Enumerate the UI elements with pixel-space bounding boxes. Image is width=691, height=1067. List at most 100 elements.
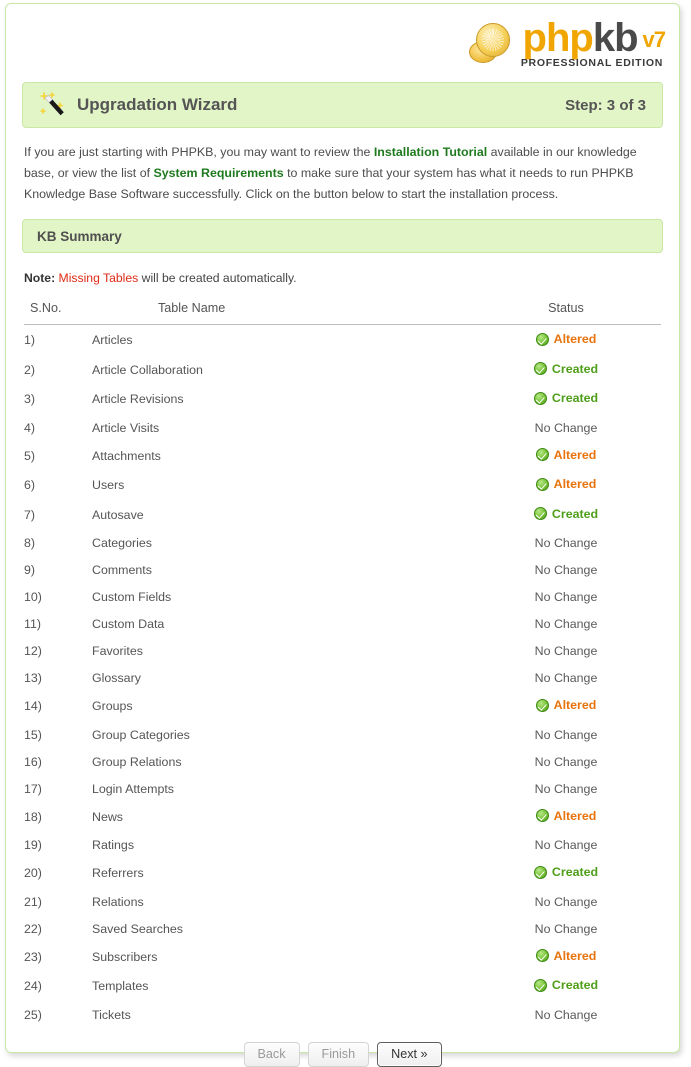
- row-table-name: Glossary: [92, 671, 141, 685]
- column-header-status: Status: [471, 301, 661, 325]
- kb-summary-label: KB Summary: [37, 228, 122, 244]
- row-status-cell: Altered: [471, 470, 661, 500]
- check-circle-icon: [533, 978, 547, 992]
- logo-wordmark: phpkb v7 PROFESSIONAL EDITION: [520, 16, 667, 69]
- check-circle-icon: [535, 698, 549, 712]
- row-serial-number: 2): [24, 362, 36, 377]
- check-circle-icon: [533, 391, 547, 405]
- note-label: Note:: [24, 271, 56, 285]
- row-table-name: Ratings: [92, 838, 135, 852]
- check-circle-icon: [533, 507, 547, 520]
- table-body: 1) Articles Altered 2) Article Collaboration…: [24, 325, 661, 1028]
- row-serial-number: 1): [24, 333, 36, 348]
- phpkb-logo: phpkb v7 PROFESSIONAL EDITION: [467, 16, 667, 76]
- note-rest: will be created automatically.: [138, 271, 297, 285]
- row-table-name: Article Collaboration: [92, 362, 203, 377]
- row-table-name: Saved Searches: [92, 921, 183, 936]
- wordmark-kb: kb: [592, 16, 639, 60]
- row-status-cell: Altered: [471, 942, 661, 972]
- status-label: No Change: [534, 617, 598, 631]
- table-row: 12) Favorites No Change: [24, 637, 661, 664]
- status-badge: Altered: [535, 332, 596, 346]
- table-row: 1) Articles Altered: [24, 325, 661, 355]
- coin-stack-icon: [467, 21, 517, 69]
- status-badge: No Change: [535, 838, 598, 852]
- page-title: Upgradation Wizard: [77, 95, 238, 114]
- status-badge: Altered: [535, 448, 596, 462]
- row-table-name: Article Revisions: [92, 392, 184, 407]
- table-row: 7) Autosave Created: [24, 500, 661, 530]
- table-header-row: S.No. Table Name Status: [24, 301, 661, 325]
- status-badge: Created: [533, 507, 598, 521]
- table-row: 10) Custom Fields No Change: [24, 583, 661, 610]
- row-table-name: Group Categories: [92, 727, 190, 742]
- row-serial-number: 6): [24, 478, 36, 493]
- installation-tutorial-link[interactable]: Installation Tutorial: [374, 145, 487, 159]
- table-row: 23) Subscribers Altered: [24, 942, 661, 972]
- row-status-cell: Created: [471, 858, 661, 888]
- row-status-cell: Altered: [471, 691, 661, 721]
- row-table-name: Autosave: [92, 507, 144, 522]
- row-serial-number: 20): [24, 866, 42, 881]
- check-circle-icon: [535, 949, 549, 962]
- finish-button[interactable]: Finish: [307, 1041, 370, 1067]
- row-status-cell: No Change: [471, 775, 661, 802]
- status-label: Created: [551, 865, 599, 879]
- status-label: No Change: [534, 754, 598, 769]
- row-table-name: Comments: [92, 563, 152, 577]
- installer-page-frame: phpkb v7 PROFESSIONAL EDITION Upgradatio…: [5, 3, 680, 1067]
- edition-label: PROFESSIONAL EDITION: [520, 57, 663, 69]
- table-row: 14) Groups Altered: [24, 691, 661, 721]
- table-row: 13) Glossary No Change: [24, 664, 661, 691]
- row-table-name: Relations: [92, 894, 144, 909]
- row-serial-number: 25): [24, 1007, 42, 1022]
- table-row: 15) Group Categories No Change: [24, 721, 661, 748]
- status-badge: No Change: [535, 1008, 598, 1022]
- row-status-cell: Created: [471, 355, 661, 385]
- status-label: No Change: [534, 838, 598, 852]
- brand-header: phpkb v7 PROFESSIONAL EDITION: [10, 8, 675, 82]
- table-row: 22) Saved Searches No Change: [24, 915, 661, 942]
- note-highlight: Missing Tables: [55, 271, 139, 285]
- status-label: Altered: [553, 698, 597, 712]
- table-row: 4) Article Visits No Change: [24, 414, 661, 441]
- table-row: 25) Tickets No Change: [24, 1001, 661, 1028]
- intro-text-part1: If you are just starting with PHPKB, you…: [24, 145, 374, 159]
- system-requirements-link[interactable]: System Requirements: [153, 166, 283, 180]
- column-header-sno: S.No.: [24, 301, 92, 325]
- row-status-cell: No Change: [471, 1001, 661, 1028]
- next-button[interactable]: Next »: [377, 1041, 442, 1067]
- row-table-name: Attachments: [92, 448, 161, 463]
- step-indicator: Step: 3 of 3: [565, 96, 646, 114]
- status-badge: No Change: [535, 922, 598, 936]
- status-label: No Change: [534, 644, 598, 658]
- check-circle-icon: [533, 865, 547, 879]
- row-table-name: Favorites: [92, 644, 143, 658]
- row-serial-number: 19): [24, 838, 42, 852]
- status-label: No Change: [534, 671, 598, 685]
- status-label: No Change: [534, 563, 598, 577]
- row-serial-number: 12): [24, 644, 42, 658]
- row-table-name: Group Relations: [92, 754, 182, 769]
- table-row: 18) News Altered: [24, 802, 661, 832]
- row-serial-number: 21): [24, 894, 42, 909]
- row-status-cell: Created: [471, 384, 661, 414]
- check-circle-icon: [533, 362, 547, 375]
- status-label: No Change: [534, 1007, 598, 1022]
- status-badge: No Change: [535, 644, 598, 658]
- row-serial-number: 8): [24, 536, 36, 550]
- back-button[interactable]: Back: [243, 1041, 300, 1067]
- status-label: No Change: [534, 781, 598, 796]
- row-serial-number: 7): [24, 507, 36, 522]
- row-serial-number: 4): [24, 420, 36, 435]
- row-table-name: Subscribers: [92, 949, 158, 964]
- status-badge: No Change: [535, 536, 598, 550]
- wordmark-version: v7: [642, 27, 667, 52]
- status-label: Created: [551, 361, 599, 376]
- status-badge: Altered: [535, 698, 597, 712]
- status-label: No Change: [534, 727, 598, 742]
- coin-top-icon: [475, 23, 510, 57]
- row-status-cell: Altered: [471, 325, 661, 355]
- row-status-cell: No Change: [471, 414, 661, 441]
- table-row: 2) Article Collaboration Created: [24, 355, 661, 385]
